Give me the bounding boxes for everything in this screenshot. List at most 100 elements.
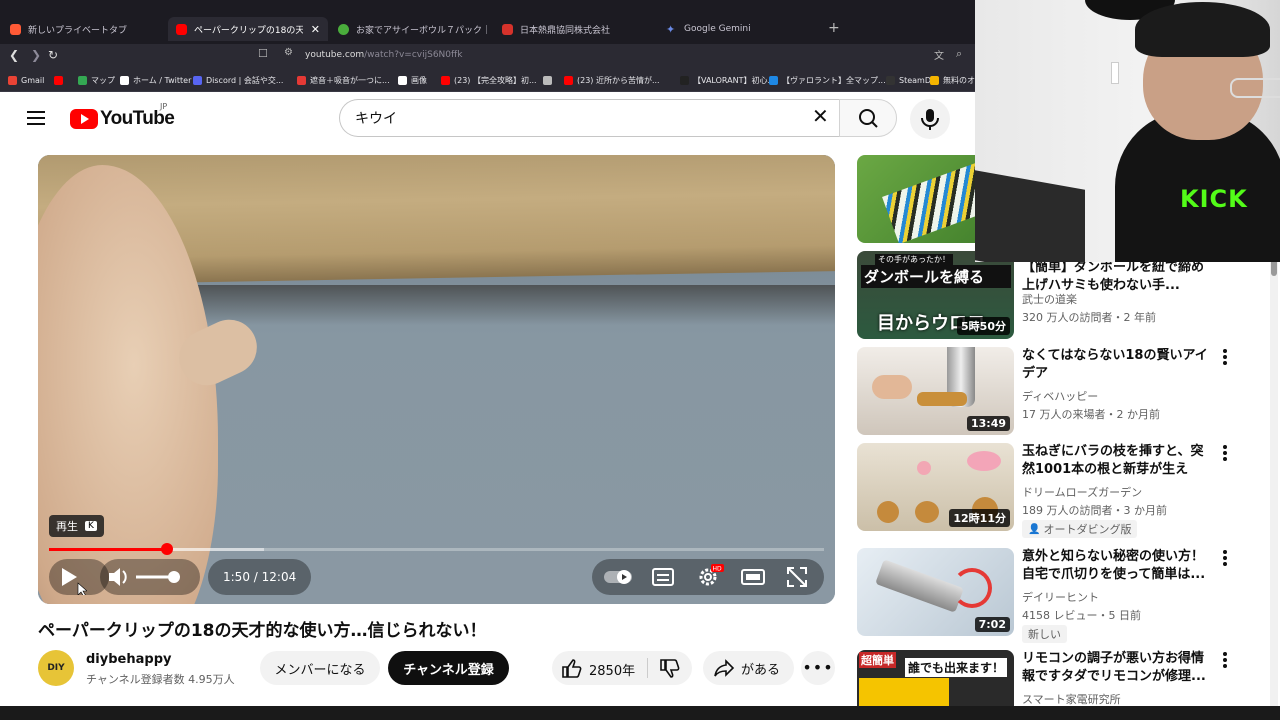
recommendation-channel[interactable]: デイリーヒント (1022, 589, 1099, 605)
gear-icon: HD (699, 564, 724, 586)
menu-icon[interactable] (27, 111, 45, 125)
bookmark-item[interactable]: Gmail (8, 74, 44, 86)
tab-acai[interactable]: お家でアサイーボウル７パック｜フルッタフ (338, 17, 488, 41)
video-title: ペーパークリップの18の天才的な使い方…信じられない！ (38, 621, 487, 641)
bookmark-favicon-icon (543, 75, 552, 85)
duration-time: 12:04 (261, 570, 297, 584)
video-player[interactable]: 再生 K 1:50 / 12:04 HD (38, 155, 835, 604)
recommendation-channel[interactable]: スマート家電研究所 (1022, 691, 1121, 707)
bookmark-item[interactable]: 【ヴァロラント】全マップ... (769, 74, 886, 86)
microphone-icon (921, 109, 939, 130)
video-thumbnail[interactable]: 12時11分 (857, 443, 1014, 531)
url-host: youtube.com (305, 50, 365, 60)
video-thumbnail[interactable]: 13:49 (857, 347, 1014, 435)
channel-name[interactable]: diybehappy (86, 652, 171, 667)
recommendation-item[interactable]: 12時11分 玉ねぎにバラの枝を挿すと、突然1001本の根と新芽が生えて... … (857, 443, 1267, 538)
site-info-icon[interactable]: ⚙ (284, 47, 293, 58)
join-button[interactable]: メンバーになる (260, 651, 380, 685)
badge-label: オートダビング版 (1043, 523, 1132, 536)
bookmark-favicon-icon (886, 75, 895, 85)
thumbnail-art (875, 559, 964, 613)
more-actions-button[interactable]: ••• (801, 651, 835, 685)
settings-button[interactable]: HD (690, 559, 726, 595)
play-button[interactable] (51, 559, 87, 595)
thumbnail-art (877, 501, 899, 523)
more-vertical-icon[interactable] (1221, 550, 1229, 570)
thumbs-down-icon[interactable] (658, 659, 680, 679)
bookmark-item[interactable] (54, 74, 67, 86)
bookmark-item[interactable] (543, 74, 556, 86)
close-tab-icon[interactable]: ✕ (303, 23, 320, 36)
recommendation-meta: 189 万人の訪問者・3 か月前 (1022, 504, 1167, 517)
bookmark-item[interactable]: 画像 (398, 74, 427, 86)
svg-text:HD: HD (713, 566, 723, 573)
recommendation-item[interactable]: その手があったか！ ダンボールを縛る 目からウロコ 5時50分 【簡単】ダンボー… (857, 251, 1267, 339)
recommendation-item[interactable]: 7:02 意外と知らない秘密の使い方！自宅で爪切りを使って簡単は... デイリー… (857, 548, 1267, 643)
back-icon[interactable]: ❮ (9, 48, 19, 62)
bookmark-item[interactable]: SteamDB (886, 74, 936, 86)
bookmark-item[interactable]: 遮音＋吸音が一つに... (297, 74, 390, 86)
tab-youtube-video[interactable]: ペーパークリップの18の天才的な使い ✕ (168, 17, 328, 41)
bookmark-label: ホーム / Twitter (133, 75, 192, 85)
reload-icon[interactable]: ↻ (48, 48, 58, 62)
fullscreen-button[interactable] (779, 559, 815, 595)
recommendation-title[interactable]: 【簡単】ダンボールを紐で締め上げハサミも使わない手... (1022, 259, 1212, 295)
scrubber-handle[interactable] (160, 543, 173, 555)
search-input[interactable] (355, 108, 795, 128)
bottom-edge (0, 706, 1280, 720)
recommendation-channel[interactable]: 武士の道楽 (1022, 291, 1077, 307)
volume-slider[interactable] (134, 559, 184, 595)
video-thumbnail[interactable]: その手があったか！ ダンボールを縛る 目からウロコ 5時50分 (857, 251, 1014, 339)
recommendation-channel[interactable]: ドリームローズガーデン (1022, 484, 1142, 500)
share-button[interactable]: がある (703, 651, 794, 685)
recommendation-channel[interactable]: ディベハッピー (1022, 388, 1098, 404)
progress-bar[interactable] (49, 543, 824, 555)
thumbs-up-icon[interactable] (560, 658, 582, 678)
more-vertical-icon[interactable] (1221, 349, 1229, 369)
brave-icon (10, 23, 21, 35)
bookmark-item[interactable]: 無料のオ (930, 74, 975, 86)
search-button[interactable] (839, 99, 897, 137)
bookmark-item[interactable]: 【VALORANT】初心... (680, 74, 775, 86)
cam-person-hair (1135, 2, 1270, 57)
subscribe-button[interactable]: チャンネル登録 (388, 651, 509, 685)
recommendation-title[interactable]: リモコンの調子が悪い方お得情報ですタダでリモコンが修理... (1022, 650, 1212, 686)
bookmark-item[interactable]: マップ (78, 74, 115, 86)
time-separator: / (249, 570, 262, 584)
forward-icon[interactable]: ❯ (31, 48, 41, 62)
tab-company[interactable]: 日本熱鼎協同株式会社 (502, 17, 652, 41)
bookmark-icon[interactable]: ☐ (258, 47, 268, 60)
recommendation-title[interactable]: 玉ねぎにバラの枝を挿すと、突然1001本の根と新芽が生えて... (1022, 443, 1212, 479)
address-bar[interactable]: youtube.com/watch?v=cvijS6N0ffk (305, 50, 462, 60)
bookmark-label: Discord | 会話や交... (206, 75, 284, 85)
youtube-logo[interactable]: YouTube JP (70, 102, 175, 130)
new-tab-button[interactable]: + (828, 20, 840, 36)
more-vertical-icon[interactable] (1221, 445, 1229, 465)
bookmark-item[interactable]: Discord | 会話や交... (193, 74, 283, 86)
theater-mode-button[interactable] (735, 559, 771, 595)
voice-search-button[interactable] (910, 99, 950, 139)
bookmark-favicon-icon (8, 75, 17, 85)
recommendation-item[interactable]: 13:49 なくてはならない18の賢いアイデア ディベハッピー 17 万人の来場… (857, 347, 1267, 435)
tab-private[interactable]: 新しいプライベートタブ (10, 17, 160, 41)
mute-button[interactable] (100, 559, 136, 595)
clear-search-icon[interactable]: ✕ (812, 106, 829, 126)
bookmark-favicon-icon (78, 75, 87, 85)
subtitles-button[interactable] (645, 559, 681, 595)
share-label: がある (741, 662, 781, 678)
more-vertical-icon[interactable] (1221, 652, 1229, 672)
gemini-icon: ✦ (666, 22, 676, 36)
like-count: 2850年 (589, 664, 636, 679)
youtube-icon (176, 23, 187, 35)
video-thumbnail[interactable]: 7:02 (857, 548, 1014, 636)
autoplay-toggle[interactable] (600, 559, 636, 595)
bookmark-item[interactable]: ホーム / Twitter (120, 74, 191, 86)
bookmark-item[interactable]: (23) 近所から苦情が... (564, 74, 660, 86)
translate-icon[interactable]: 文 (934, 47, 944, 62)
channel-avatar[interactable]: DIY (38, 650, 74, 686)
zoom-icon[interactable]: ⌕ (956, 47, 962, 61)
recommendation-title[interactable]: なくてはならない18の賢いアイデア (1022, 347, 1212, 383)
recommendation-title[interactable]: 意外と知らない秘密の使い方！自宅で爪切りを使って簡単は... (1022, 548, 1212, 584)
tab-gemini[interactable]: ✦ Google Gemini (666, 17, 816, 41)
bookmark-item[interactable]: (23) 【完全攻略】初... (441, 74, 537, 86)
